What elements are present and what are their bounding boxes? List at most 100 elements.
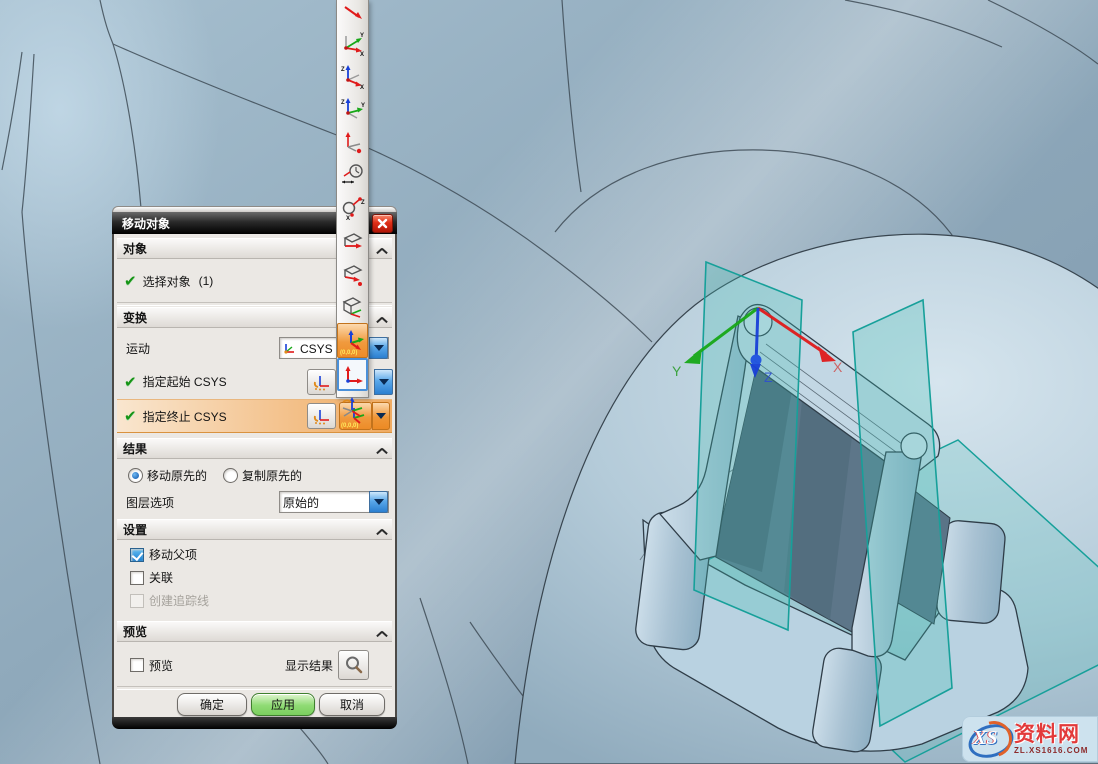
associative-checkbox[interactable] [130, 571, 144, 585]
section-result-label: 结果 [123, 440, 147, 457]
object-csys-icon [340, 228, 366, 254]
section-settings[interactable]: 设置 [117, 519, 392, 540]
close-button[interactable] [372, 214, 393, 233]
layer-option-label: 图层选项 [126, 494, 174, 511]
menu-item-zaxis-xpoint[interactable]: Z X [337, 59, 368, 92]
menu-item-inferred-csys[interactable] [337, 0, 368, 26]
start-csys-dropdown-button[interactable] [374, 369, 393, 395]
csys-dialog-icon [312, 407, 332, 425]
preview-checkbox[interactable] [130, 658, 144, 672]
associative-row: 关联 [120, 567, 389, 588]
layer-dropdown-button[interactable] [369, 491, 388, 513]
collapse-caret-icon[interactable] [376, 526, 386, 533]
offset-from-csys-icon [340, 395, 366, 421]
menu-item-current-view-csys[interactable] [337, 358, 368, 391]
svg-text:Z: Z [361, 200, 365, 206]
xs-logo-icon: XS [966, 719, 1012, 759]
magnifier-icon [344, 655, 364, 675]
menu-item-origin-xpoint-ypoint[interactable]: Y X [337, 26, 368, 59]
zaxis-xpoint-csys-icon: Z X [340, 63, 366, 89]
origin-xpoint-ypoint-csys-icon: Y X [340, 30, 366, 56]
green-check-icon: ✔ [124, 373, 137, 391]
xs-logo-text: XS [973, 727, 997, 750]
dropdown-arrow-icon [374, 345, 384, 351]
menu-item-offset-from-csys[interactable] [337, 391, 368, 424]
current-view-csys-icon [341, 363, 365, 387]
csys-type-menu: Y X Z X Z Y [336, 0, 369, 398]
csys-origin-label: (0,0,0) [340, 350, 357, 356]
trace-line-checkbox [130, 594, 144, 608]
point-perpendicular-curve-csys-icon [340, 261, 366, 287]
menu-item-three-planes[interactable] [337, 290, 368, 323]
section-preview[interactable]: 预览 [117, 621, 392, 642]
csys-dialog-icon [312, 373, 332, 391]
collapse-caret-icon[interactable] [376, 628, 386, 635]
motion-label: 运动 [126, 340, 150, 357]
start-csys-label: 指定起始 CSYS [143, 373, 227, 390]
move-parent-checkbox[interactable] [130, 548, 144, 562]
dialog-title: 移动对象 [122, 215, 372, 232]
section-object-label: 对象 [123, 240, 147, 257]
menu-item-absolute-csys[interactable]: (0,0,0) [337, 323, 368, 358]
menu-item-dynamic-csys[interactable] [337, 125, 368, 158]
move-original-radio[interactable] [128, 468, 143, 483]
apply-button[interactable]: 应用 [251, 693, 315, 716]
motion-dropdown-button[interactable] [369, 337, 388, 359]
svg-text:X: X [346, 216, 350, 221]
dialog-bottom-edge [112, 717, 397, 729]
watermark-badge: XS 资料网 ZL.XS1616.COM [962, 716, 1098, 762]
associative-label: 关联 [149, 569, 173, 586]
menu-item-offset-csys[interactable] [337, 158, 368, 191]
dropdown-arrow-icon [374, 499, 384, 505]
section-transform-label: 变换 [123, 309, 147, 326]
axis-x-label: X [833, 359, 843, 375]
preview-label: 预览 [149, 657, 173, 674]
menu-item-object-csys[interactable] [337, 224, 368, 257]
trace-line-label: 创建追踪线 [149, 592, 209, 609]
menu-item-zaxis-ypoint[interactable]: Z Y [337, 92, 368, 125]
svg-text:Z: Z [341, 67, 345, 73]
motion-type-combo[interactable]: CSYS 到 CSYS [279, 337, 389, 359]
collapse-caret-icon[interactable] [376, 445, 386, 452]
move-original-label: 移动原先的 [147, 467, 207, 484]
menu-item-point-perpendicular[interactable] [337, 257, 368, 290]
copy-original-radio[interactable] [223, 468, 238, 483]
ok-button[interactable]: 确定 [177, 693, 247, 716]
watermark-domain: ZL.XS1616.COM [1014, 747, 1088, 755]
section-result[interactable]: 结果 [117, 438, 392, 459]
show-result-button[interactable] [338, 650, 369, 680]
select-object-count: (1) [199, 274, 214, 288]
section-settings-label: 设置 [123, 521, 147, 538]
zaxis-ypoint-csys-icon: Z Y [340, 96, 366, 122]
axis-y-label: Y [672, 363, 682, 379]
collapse-caret-icon[interactable] [376, 314, 386, 321]
inferred-csys-icon [341, 3, 365, 23]
end-csys-dialog-button[interactable] [307, 403, 336, 429]
layer-option-combo[interactable]: 原始的 [279, 491, 389, 513]
cancel-button[interactable]: 取消 [319, 693, 385, 716]
offset-csys-icon [340, 162, 366, 188]
svg-text:Y: Y [360, 33, 364, 39]
layer-option-value: 原始的 [280, 494, 369, 511]
menu-item-plane-axis-point[interactable]: Z X [337, 191, 368, 224]
move-parent-label: 移动父项 [149, 546, 197, 563]
axis-z-label: Z [764, 369, 773, 385]
dynamic-csys-icon [340, 129, 366, 155]
move-parent-row: 移动父项 [120, 544, 389, 565]
show-result-label: 显示结果 [285, 657, 333, 674]
separator [117, 686, 392, 690]
collapse-caret-icon[interactable] [376, 245, 386, 252]
select-object-label: 选择对象 [143, 273, 191, 290]
section-preview-label: 预览 [123, 623, 147, 640]
svg-text:X: X [360, 52, 364, 56]
layer-option-row: 图层选项 原始的 [120, 489, 389, 515]
start-csys-dialog-button[interactable] [307, 369, 336, 395]
svg-text:X: X [360, 85, 364, 89]
green-check-icon: ✔ [124, 407, 137, 425]
trace-line-row: 创建追踪线 [120, 590, 389, 611]
end-csys-dropdown-button[interactable] [372, 402, 390, 430]
watermark-site-name: 资料网 [1014, 724, 1088, 745]
plane-axis-point-csys-icon: Z X [340, 195, 366, 221]
green-check-icon: ✔ [124, 272, 137, 290]
dropdown-arrow-icon [379, 379, 389, 385]
